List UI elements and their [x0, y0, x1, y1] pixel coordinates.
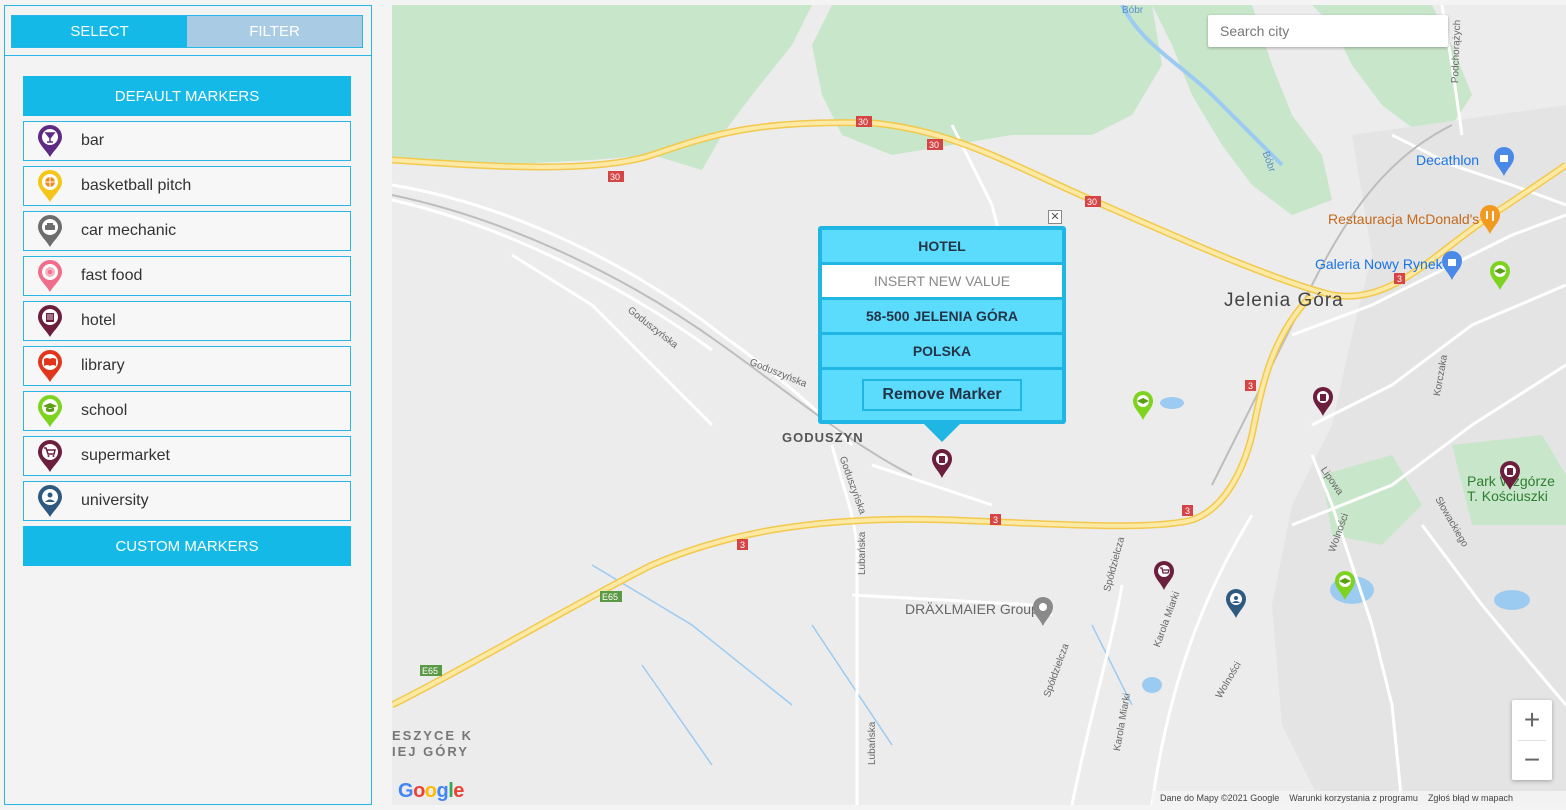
marker-item-fast-food[interactable]: fast food [23, 256, 351, 296]
zoom-controls: + − [1512, 700, 1552, 780]
marker-item-supermarket[interactable]: supermarket [23, 436, 351, 476]
district-label: ESZYCE K [392, 728, 474, 743]
river-label: Bóbr [1122, 5, 1144, 16]
district-label: IEJ GÓRY [392, 744, 469, 759]
popup-value-row [822, 265, 1062, 297]
report-error-link[interactable]: Zgłoś błąd w mapach [1428, 793, 1513, 803]
search-city-input[interactable] [1220, 23, 1448, 39]
popup-title: HOTEL [822, 230, 1062, 262]
marker-item-basketball-pitch[interactable]: basketball pitch [23, 166, 351, 206]
e65-label: E65 [422, 666, 439, 676]
marker-item-car-mechanic[interactable]: car mechanic [23, 211, 351, 251]
road-3-label: 3 [993, 515, 999, 525]
road-3-label: 3 [740, 540, 746, 550]
food-icon [38, 260, 62, 292]
popup-country: POLSKA [822, 335, 1062, 367]
poi-draxlmaier-label: DRÄXLMAIER Group [905, 601, 1039, 617]
hotel-marker-icon[interactable] [1312, 387, 1334, 417]
road-30-label: 30 [610, 172, 621, 182]
lake [1142, 677, 1162, 693]
hotel-marker-icon[interactable] [1499, 461, 1521, 491]
marker-list: bar basketball pitch car mechanic fast f… [23, 121, 351, 526]
marker-item-label: hotel [81, 312, 116, 329]
tab-select[interactable]: SELECT [12, 16, 187, 47]
marker-item-label: fast food [81, 267, 143, 284]
marker-item-label: school [81, 402, 128, 419]
student-icon [38, 485, 62, 517]
map-attribution: Dane do Mapy ©2021 Google Warunki korzys… [1152, 791, 1566, 805]
road-3-label: 3 [1397, 274, 1403, 284]
graduation-cap-icon [38, 395, 62, 427]
school-marker-icon[interactable] [1489, 261, 1511, 291]
popup-pointer [924, 424, 960, 442]
road-30-label: 30 [929, 140, 940, 150]
marker-item-label: library [81, 357, 125, 374]
road-3-label: 3 [1248, 381, 1254, 391]
marker-item-library[interactable]: library [23, 346, 351, 386]
zoom-divider [1518, 740, 1546, 741]
poi-location-icon[interactable] [1032, 597, 1054, 627]
custom-markers-button[interactable]: CUSTOM MARKERS [23, 526, 351, 566]
marker-item-label: basketball pitch [81, 177, 192, 194]
popup-address: 58-500 JELENIA GÓRA [822, 300, 1062, 332]
road-3-label: 3 [1185, 506, 1191, 516]
popup-action-row: Remove Marker [822, 370, 1062, 420]
marker-item-bar[interactable]: bar [23, 121, 351, 161]
e65-label: E65 [602, 592, 619, 602]
forest-area [812, 5, 1162, 155]
poi-decathlon-label: Decathlon [1416, 152, 1480, 168]
marker-item-hotel[interactable]: hotel [23, 301, 351, 341]
remove-marker-button[interactable]: Remove Marker [862, 379, 1022, 411]
marker-item-label: supermarket [81, 447, 170, 464]
marker-sidebar: SELECT FILTER DEFAULT MARKERS bar basket… [4, 5, 372, 805]
app-root: SELECT FILTER DEFAULT MARKERS bar basket… [0, 0, 1566, 810]
forest-area [392, 5, 812, 170]
map-data-credit: Dane do Mapy ©2021 Google [1160, 793, 1280, 803]
hotel-marker-icon[interactable] [931, 449, 953, 479]
university-marker-icon[interactable] [1225, 589, 1247, 619]
street-label: Podchorążych [1450, 19, 1464, 84]
zoom-out-button[interactable]: − [1512, 740, 1552, 780]
marker-item-label: university [81, 492, 149, 509]
lake [1160, 397, 1184, 409]
supermarket-marker-icon[interactable] [1153, 561, 1175, 591]
marker-item-label: bar [81, 132, 105, 149]
sidebar-tabs: SELECT FILTER [11, 15, 363, 48]
search-city-box [1208, 15, 1448, 47]
cart-icon [38, 440, 62, 472]
marker-item-label: car mechanic [81, 222, 177, 239]
cocktail-icon [38, 125, 62, 157]
hotel-icon [38, 305, 62, 337]
tabs-divider [5, 55, 371, 56]
city-label: Jelenia Góra [1224, 290, 1344, 311]
terms-link[interactable]: Warunki korzystania z programu [1289, 793, 1418, 803]
street-label: Lubańska [857, 531, 868, 575]
school-marker-icon[interactable] [1132, 391, 1154, 421]
lake [1494, 590, 1530, 610]
book-icon [38, 350, 62, 382]
close-icon[interactable]: ✕ [1048, 210, 1062, 224]
poi-shopping-icon[interactable] [1493, 147, 1515, 177]
basketball-icon [38, 170, 62, 202]
marker-item-university[interactable]: university [23, 481, 351, 521]
google-logo: Google [398, 780, 464, 802]
tab-filter[interactable]: FILTER [187, 16, 362, 47]
school-marker-icon[interactable] [1334, 571, 1356, 601]
poi-shopping-icon[interactable] [1441, 251, 1463, 281]
zoom-in-button[interactable]: + [1512, 700, 1552, 740]
poi-galeria-label: Galeria Nowy Rynek [1315, 256, 1443, 272]
road-30-label: 30 [1087, 197, 1098, 207]
street-label: Lubańska [867, 721, 878, 765]
streams [591, 564, 1393, 766]
poi-restaurant-icon[interactable] [1479, 205, 1501, 235]
car-icon [38, 215, 62, 247]
road-30-label: 30 [858, 117, 869, 127]
default-markers-button[interactable]: DEFAULT MARKERS [23, 76, 351, 116]
district-label: GODUSZYN [782, 430, 864, 445]
google-map[interactable]: 30 30 30 30 3 3 3 3 3 E65 E65 Jelenia Gó… [392, 5, 1566, 805]
marker-item-school[interactable]: school [23, 391, 351, 431]
poi-mcdonalds-label: Restauracja McDonald's [1328, 211, 1480, 227]
insert-value-input[interactable] [822, 265, 1062, 297]
marker-info-popup: HOTEL 58-500 JELENIA GÓRA POLSKA Remove … [818, 226, 1066, 424]
